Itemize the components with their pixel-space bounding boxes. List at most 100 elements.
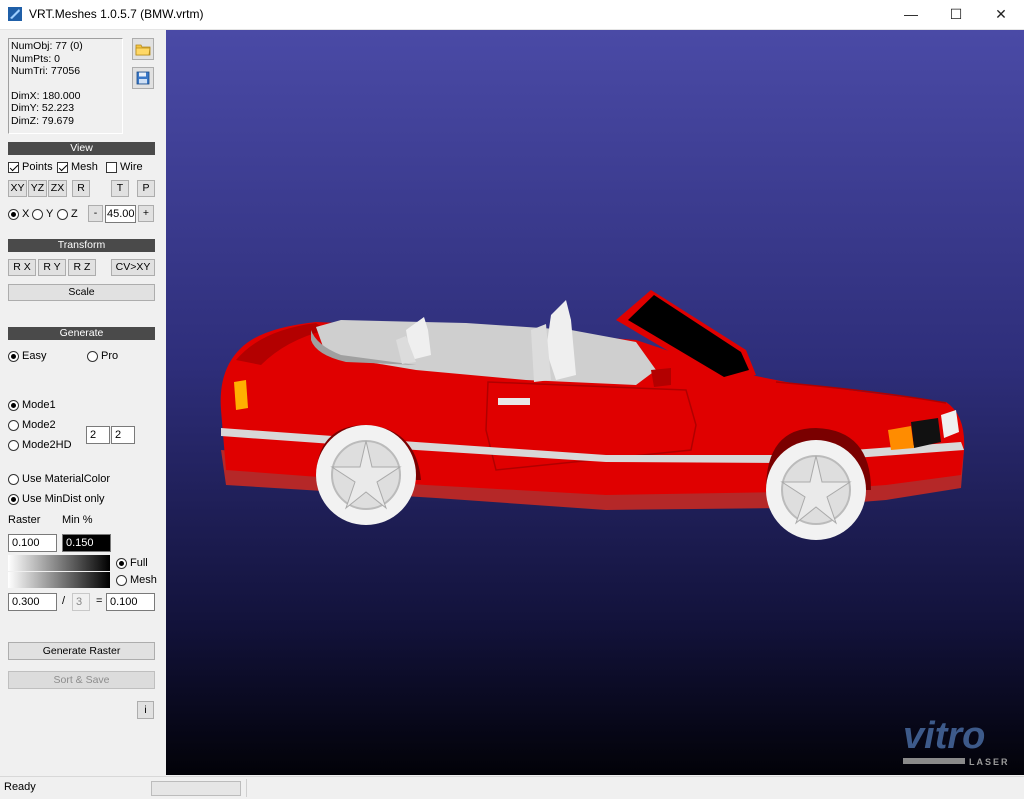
- angle-increment-button[interactable]: +: [138, 205, 154, 222]
- numobj-text: NumObj: 77 (0): [11, 40, 83, 52]
- full-label: Full: [130, 557, 148, 569]
- angle-decrement-button[interactable]: -: [88, 205, 103, 222]
- full-radio[interactable]: Full: [116, 556, 148, 570]
- info-button[interactable]: i: [137, 701, 154, 719]
- min-percent-input[interactable]: 0.150: [62, 534, 111, 552]
- rotate-z-button[interactable]: R Z: [68, 259, 96, 276]
- numtri-text: NumTri: 77056: [11, 65, 81, 77]
- view-yz-button[interactable]: YZ: [28, 180, 47, 197]
- view-reset-button[interactable]: R: [72, 180, 90, 197]
- mode2-radio-dot: [8, 419, 19, 431]
- easy-label: Easy: [22, 350, 47, 362]
- mode2hd-radio-dot: [8, 439, 19, 451]
- use-materialcolor-radio[interactable]: Use MaterialColor: [8, 472, 110, 486]
- gradient-mesh-preview: [8, 572, 110, 588]
- gradient-full-preview: [8, 555, 110, 571]
- mode-value-2-input[interactable]: 2: [111, 426, 135, 444]
- sort-save-button[interactable]: Sort & Save: [8, 671, 155, 689]
- mode1-radio[interactable]: Mode1: [8, 398, 56, 412]
- status-text: Ready: [4, 781, 36, 793]
- close-button[interactable]: ✕: [978, 0, 1024, 29]
- use-materialcolor-label: Use MaterialColor: [22, 473, 111, 485]
- axis-z-label: Z: [71, 208, 78, 220]
- use-mindist-radio-dot: [8, 493, 19, 505]
- numpts-text: NumPts: 0: [11, 52, 61, 65]
- min-percent-label: Min %: [62, 514, 93, 526]
- mode2hd-radio[interactable]: Mode2HD: [8, 438, 72, 452]
- view-top-button[interactable]: T: [111, 180, 129, 197]
- view-perspective-button[interactable]: P: [137, 180, 155, 197]
- mode2-label: Mode2: [22, 419, 56, 431]
- axis-y-radio[interactable]: Y: [32, 207, 53, 221]
- rotate-y-button[interactable]: R Y: [38, 259, 66, 276]
- raster-label: Raster: [8, 514, 41, 526]
- save-file-button[interactable]: [132, 67, 154, 89]
- calc-result-field: 0.100: [106, 593, 155, 611]
- dimx-text: DimX: 180.000: [11, 89, 81, 102]
- status-progress-bar: [151, 781, 241, 796]
- easy-radio[interactable]: Easy: [8, 349, 46, 363]
- 3d-viewport[interactable]: vitro LASER: [166, 30, 1024, 775]
- dimz-text: DimZ: 79.679: [11, 114, 75, 127]
- scale-button[interactable]: Scale: [8, 284, 155, 301]
- transform-section-header: Transform: [8, 239, 155, 252]
- mesh-radio[interactable]: Mesh: [116, 573, 157, 587]
- full-radio-dot: [116, 557, 127, 569]
- wire-checkbox[interactable]: Wire: [106, 160, 143, 174]
- axis-z-radio-dot: [57, 208, 68, 220]
- axis-y-label: Y: [46, 208, 54, 220]
- points-label: Points: [22, 161, 53, 173]
- calc-b-input[interactable]: 3: [72, 593, 90, 611]
- mode2-radio[interactable]: Mode2: [8, 418, 56, 432]
- control-panel: NumObj: 77 (0) NumPts: 0 NumTri: 77056 D…: [0, 30, 165, 775]
- view-xy-button[interactable]: XY: [8, 180, 27, 197]
- mesh-checkbox[interactable]: Mesh: [57, 160, 98, 174]
- axis-x-radio[interactable]: X: [8, 207, 29, 221]
- vitro-laser-logo: vitro LASER: [899, 710, 1021, 772]
- use-materialcolor-radio-dot: [8, 473, 19, 485]
- raster-input[interactable]: 0.100: [8, 534, 57, 552]
- floppy-icon: [136, 71, 150, 85]
- axis-z-radio[interactable]: Z: [57, 207, 78, 221]
- mesh-info-box: NumObj: 77 (0) NumPts: 0 NumTri: 77056 D…: [8, 38, 123, 134]
- calc-a-input[interactable]: 0.300: [8, 593, 57, 611]
- car-model-render: [220, 290, 965, 540]
- axis-x-label: X: [22, 208, 30, 220]
- maximize-button[interactable]: ☐: [933, 0, 979, 29]
- minimize-button[interactable]: —: [888, 0, 934, 29]
- mode2hd-label: Mode2HD: [22, 439, 72, 451]
- pro-label: Pro: [101, 350, 119, 362]
- mesh-radio-dot: [116, 574, 127, 586]
- mesh-radio-label: Mesh: [130, 574, 157, 586]
- use-mindist-radio[interactable]: Use MinDist only: [8, 492, 105, 506]
- folder-icon: [135, 44, 151, 56]
- mesh-label: Mesh: [71, 161, 98, 173]
- app-icon: [8, 7, 22, 21]
- mesh-check-box: [57, 161, 68, 173]
- status-bar: Ready: [0, 776, 1024, 799]
- view-section-header: View: [8, 142, 155, 155]
- mode1-radio-dot: [8, 399, 19, 411]
- cv-to-xy-button[interactable]: CV>XY: [111, 259, 155, 276]
- pro-radio[interactable]: Pro: [87, 349, 118, 363]
- angle-input[interactable]: 45.00: [105, 205, 136, 223]
- axis-y-radio-dot: [32, 208, 43, 220]
- logo-text: vitro: [903, 715, 985, 757]
- window-title: VRT.Meshes 1.0.5.7 (BMW.vrtm): [29, 7, 204, 21]
- mode-value-1-input[interactable]: 2: [86, 426, 110, 444]
- vitro-logo-graphic: vitro LASER: [903, 715, 1008, 767]
- open-file-button[interactable]: [132, 38, 154, 60]
- pro-radio-dot: [87, 350, 98, 362]
- points-checkbox[interactable]: Points: [8, 160, 53, 174]
- calc-slash: /: [62, 595, 66, 607]
- easy-radio-dot: [8, 350, 19, 362]
- wire-check-box: [106, 161, 117, 173]
- points-check-box: [8, 161, 19, 173]
- wire-label: Wire: [120, 161, 143, 173]
- rotate-x-button[interactable]: R X: [8, 259, 36, 276]
- generate-raster-button[interactable]: Generate Raster: [8, 642, 155, 660]
- dimy-text: DimY: 52.223: [11, 102, 75, 114]
- mode1-label: Mode1: [22, 399, 56, 411]
- view-zx-button[interactable]: ZX: [48, 180, 67, 197]
- title-bar: VRT.Meshes 1.0.5.7 (BMW.vrtm) — ☐ ✕: [0, 0, 1024, 30]
